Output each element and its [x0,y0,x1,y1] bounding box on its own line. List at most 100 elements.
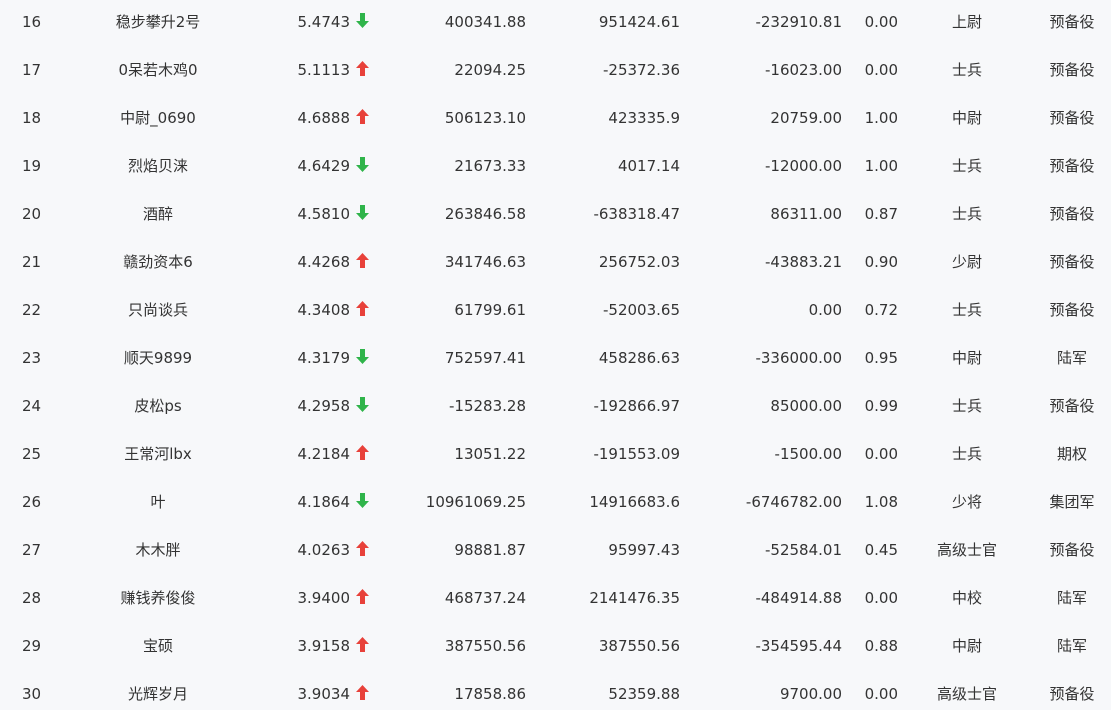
username-cell[interactable]: 只尚谈兵 [78,288,238,336]
value-1-cell: 468737.24 [444,589,526,607]
username-cell[interactable]: 赚钱养俊俊 [78,576,238,624]
value-2-cell: -52003.65 [603,301,680,319]
military-rank-cell: 士兵 [951,301,982,319]
username-cell[interactable]: 王常河lbx [78,432,238,480]
table-row[interactable]: 29 宝硕 3.9158 387550.56 387550.56 -354595… [0,624,1111,672]
table-row[interactable]: 16 稳步攀升2号 5.4743 400341.88 951424.61 -23… [0,0,1111,48]
table-row[interactable]: 21 赣劲资本6 4.4268 341746.63 256752.03 -438… [0,240,1111,288]
trend-up-arrow-icon [356,588,369,605]
ranking-table: 16 稳步攀升2号 5.4743 400341.88 951424.61 -23… [0,0,1111,710]
value-2-cell: 458286.63 [598,349,680,367]
account-type-cell: 预备役 [1049,205,1095,223]
value-3-cell: 85000.00 [770,397,842,415]
trend-up-arrow-icon [356,636,369,653]
ratio-cell: 0.00 [864,13,898,31]
value-3-cell: -484914.88 [755,589,842,607]
rank-cell: 23 [22,349,42,367]
trend-cell [356,48,376,96]
table-row[interactable]: 23 顺天9899 4.3179 752597.41 458286.63 -33… [0,336,1111,384]
value-2-cell: 4017.14 [617,157,680,175]
table-row[interactable]: 28 赚钱养俊俊 3.9400 468737.24 2141476.35 -48… [0,576,1111,624]
ratio-cell: 1.08 [864,493,898,511]
table-row[interactable]: 19 烈焰贝涞 4.6429 21673.33 4017.14 -12000.0… [0,144,1111,192]
trend-cell [356,528,376,576]
ratio-cell: 0.72 [864,301,898,319]
value-1-cell: 506123.10 [444,109,526,127]
trend-up-arrow-icon [356,540,369,557]
military-rank-cell: 上尉 [951,13,982,31]
table-row[interactable]: 27 木木胖 4.0263 98881.87 95997.43 -52584.0… [0,528,1111,576]
username-cell[interactable]: 皮松ps [78,384,238,432]
trend-cell [356,480,376,528]
trend-cell [356,0,376,48]
table-row[interactable]: 20 酒醉 4.5810 263846.58 -638318.47 86311.… [0,192,1111,240]
rank-cell: 21 [22,253,42,271]
value-1-cell: 13051.22 [454,445,526,463]
ratio-cell: 1.00 [864,157,898,175]
value-3-cell: -354595.44 [755,637,842,655]
value-3-cell: 9700.00 [779,685,842,703]
value-2-cell: 2141476.35 [589,589,680,607]
score-cell: 4.1864 [297,493,351,511]
value-2-cell: -25372.36 [603,61,680,79]
value-1-cell: 387550.56 [444,637,526,655]
username-cell[interactable]: 赣劲资本6 [78,240,238,288]
username-cell[interactable]: 0呆若木鸡0 [78,48,238,96]
value-1-cell: 263846.58 [444,205,526,223]
username-cell[interactable]: 烈焰贝涞 [78,144,238,192]
account-type-cell: 预备役 [1049,541,1095,559]
score-cell: 4.2184 [297,445,351,463]
trend-up-arrow-icon [356,444,369,461]
value-3-cell: -1500.00 [774,445,842,463]
value-2-cell: 387550.56 [598,637,680,655]
trend-cell [356,144,376,192]
military-rank-cell: 中尉 [951,637,982,655]
table-row[interactable]: 18 中尉_0690 4.6888 506123.10 423335.9 207… [0,96,1111,144]
ratio-cell: 0.45 [864,541,898,559]
score-cell: 5.4743 [297,13,351,31]
account-type-cell: 陆军 [1056,637,1087,655]
value-1-cell: 10961069.25 [425,493,526,511]
military-rank-cell: 高级士官 [936,685,997,703]
score-cell: 3.9034 [297,685,351,703]
table-row[interactable]: 26 叶 4.1864 10961069.25 14916683.6 -6746… [0,480,1111,528]
username-cell[interactable]: 中尉_0690 [78,96,238,144]
trend-cell [356,288,376,336]
username-cell[interactable]: 宝硕 [78,624,238,672]
trend-down-arrow-icon [356,396,369,413]
military-rank-cell: 少将 [951,493,982,511]
value-3-cell: -12000.00 [765,157,842,175]
username-cell[interactable]: 稳步攀升2号 [78,0,238,48]
military-rank-cell: 中尉 [951,349,982,367]
username-cell[interactable]: 木木胖 [78,528,238,576]
trend-up-arrow-icon [356,300,369,317]
military-rank-cell: 中校 [951,589,982,607]
username-cell[interactable]: 顺天9899 [78,336,238,384]
account-type-cell: 陆军 [1056,349,1087,367]
username-cell[interactable]: 光辉岁月 [78,672,238,710]
username-cell[interactable]: 酒醉 [78,192,238,240]
table-row[interactable]: 30 光辉岁月 3.9034 17858.86 52359.88 9700.00… [0,672,1111,710]
table-row[interactable]: 25 王常河lbx 4.2184 13051.22 -191553.09 -15… [0,432,1111,480]
rank-cell: 28 [22,589,42,607]
account-type-cell: 预备役 [1049,253,1095,271]
score-cell: 4.3408 [297,301,351,319]
value-1-cell: 98881.87 [454,541,526,559]
trend-cell [356,240,376,288]
score-cell: 4.6429 [297,157,351,175]
value-2-cell: 256752.03 [598,253,680,271]
rank-cell: 25 [22,445,42,463]
value-3-cell: 0.00 [808,301,842,319]
table-row[interactable]: 22 只尚谈兵 4.3408 61799.61 -52003.65 0.00 0… [0,288,1111,336]
trend-down-arrow-icon [356,204,369,221]
account-type-cell: 期权 [1056,445,1087,463]
trend-cell [356,336,376,384]
ratio-cell: 0.95 [864,349,898,367]
value-1-cell: 752597.41 [444,349,526,367]
table-row[interactable]: 17 0呆若木鸡0 5.1113 22094.25 -25372.36 -160… [0,48,1111,96]
military-rank-cell: 士兵 [951,445,982,463]
table-row[interactable]: 24 皮松ps 4.2958 -15283.28 -192866.97 8500… [0,384,1111,432]
value-1-cell: 21673.33 [454,157,526,175]
username-cell[interactable]: 叶 [78,480,238,528]
score-cell: 5.1113 [297,61,351,79]
